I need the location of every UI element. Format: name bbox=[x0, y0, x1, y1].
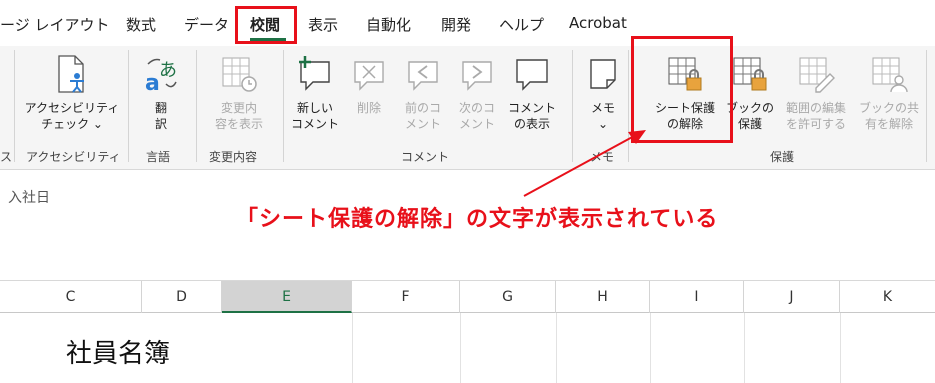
column-header-e[interactable]: E bbox=[222, 281, 352, 313]
sheet-grid[interactable]: 社員名簿 bbox=[0, 313, 935, 383]
column-header-c[interactable]: C bbox=[0, 281, 142, 313]
column-header-g[interactable]: G bbox=[460, 281, 556, 313]
annotation-text: 「シート保護の解除」の文字が表示されている bbox=[236, 207, 719, 232]
column-header-k[interactable]: K bbox=[840, 281, 935, 313]
column-header-f[interactable]: F bbox=[352, 281, 460, 313]
column-header-d[interactable]: D bbox=[142, 281, 222, 313]
sheet-title-cell[interactable]: 社員名簿 bbox=[66, 333, 170, 370]
column-header-h[interactable]: H bbox=[556, 281, 650, 313]
column-headers: C D E F G H I J K bbox=[0, 280, 935, 313]
column-header-j[interactable]: J bbox=[744, 281, 840, 313]
column-header-i[interactable]: I bbox=[650, 281, 744, 313]
